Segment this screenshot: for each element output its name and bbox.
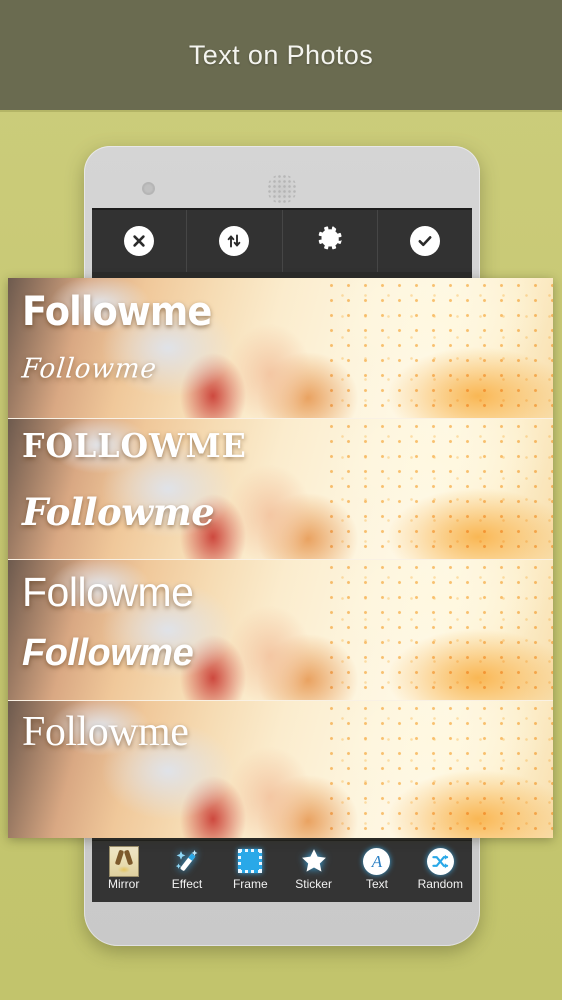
arrows-up-down-circle-icon (219, 226, 250, 256)
photo-preview-panel[interactable]: Followme Followme FOLLOWME Followme Foll… (8, 278, 553, 838)
settings-button[interactable] (283, 210, 378, 272)
text-sample-7[interactable]: Followme (22, 711, 189, 753)
star-icon (299, 846, 329, 876)
photo-segment[interactable]: Followme Followme (8, 560, 553, 701)
close-circle-icon (124, 226, 155, 256)
photo-segment[interactable]: Followme Followme (8, 278, 553, 419)
tool-text[interactable]: A Text (347, 846, 407, 890)
check-circle-icon (409, 226, 440, 256)
text-sample-5[interactable]: Followme (22, 572, 194, 613)
confirm-button[interactable] (378, 210, 472, 272)
photo-segment[interactable]: FOLLOWME Followme (8, 419, 553, 560)
magic-wand-icon (172, 846, 202, 876)
text-sample-1[interactable]: Followme (22, 292, 212, 332)
tool-effect[interactable]: Effect (157, 846, 217, 890)
photo-segment[interactable]: Followme (8, 701, 553, 838)
page-title: Text on Photos (188, 39, 374, 70)
tool-label-frame: Frame (232, 877, 268, 891)
tool-label-sticker: Sticker (295, 877, 332, 891)
editor-top-toolbar (92, 208, 472, 272)
page-header: Text on Photos (0, 0, 562, 112)
close-button[interactable] (92, 210, 188, 272)
tool-label-mirror: Mirror (107, 877, 140, 891)
text-sample-4[interactable]: Followme (22, 494, 215, 531)
tool-label-text: Text (365, 877, 388, 891)
text-sample-6[interactable]: Followme (22, 634, 194, 672)
frame-square-icon (235, 846, 265, 876)
shuffle-circle-icon (425, 846, 455, 876)
text-sample-3[interactable]: FOLLOWME (22, 429, 247, 462)
tool-frame[interactable]: Frame (220, 846, 280, 890)
camera-dot-icon (142, 182, 155, 195)
tool-mirror[interactable]: Mirror (94, 845, 154, 891)
mirror-thumbnail-icon (108, 845, 139, 877)
tool-label-effect: Effect (171, 877, 203, 891)
swap-button[interactable] (187, 210, 283, 272)
tool-label-random: Random (417, 877, 463, 891)
gear-icon (315, 224, 345, 259)
text-sample-2[interactable]: Followme (20, 353, 158, 385)
tool-random[interactable]: Random (410, 846, 470, 890)
speaker-grille-icon (267, 174, 297, 204)
editor-bottom-toolbar: Mirror Effect Frame Sticker A Text Rando… (92, 840, 472, 902)
app-root: Text on Photos Mirror Effect Frame Stick… (0, 0, 562, 1000)
tool-sticker[interactable]: Sticker (284, 846, 344, 890)
letter-a-circle-icon: A (362, 846, 392, 876)
